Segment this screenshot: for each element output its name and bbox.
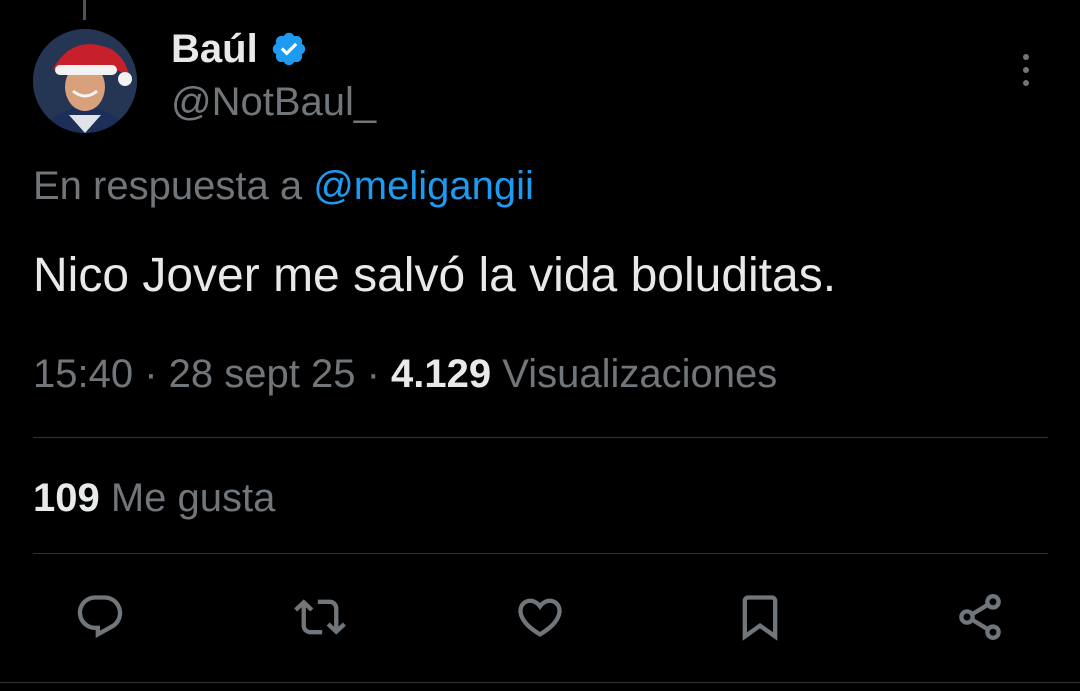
reply-mention-link[interactable]: @meligangii (313, 164, 534, 208)
author-display-name[interactable]: Baúl (171, 27, 258, 72)
thread-connector-line (83, 0, 86, 20)
verified-badge-icon[interactable] (270, 30, 308, 68)
heart-icon (518, 598, 562, 637)
more-dot (1023, 80, 1029, 86)
retweet-icon (294, 599, 346, 635)
divider (33, 553, 1048, 554)
tweet-meta: 15:40 · 28 sept 25 · 4.129 Visualizacion… (33, 352, 777, 397)
tweet-time[interactable]: 15:40 (33, 352, 133, 396)
tweet-date[interactable]: 28 sept 25 (169, 352, 356, 396)
share-icon (959, 594, 1001, 640)
likes-label: Me gusta (99, 476, 276, 520)
more-dot (1023, 54, 1029, 60)
bookmark-button[interactable] (720, 582, 800, 652)
bookmark-icon (742, 595, 778, 641)
meta-separator: · (355, 352, 392, 396)
tweet-detail: Baúl @NotBaul_ En respuesta a @meligangi… (0, 0, 1080, 691)
reply-button[interactable] (60, 582, 140, 652)
speech-bubble-icon (77, 595, 123, 639)
views-count: 4.129 (391, 352, 492, 396)
retweet-button[interactable] (280, 582, 360, 652)
reply-context: En respuesta a @meligangii (33, 164, 534, 209)
action-bar (60, 582, 1020, 652)
more-dot (1023, 67, 1029, 73)
tweet-text: Nico Jover me salvó la vida boluditas. (33, 249, 837, 302)
more-options-icon[interactable] (1014, 50, 1038, 90)
meta-separator: · (133, 352, 169, 396)
likes-count: 109 (33, 476, 100, 520)
share-button[interactable] (940, 582, 1020, 652)
reply-prefix: En respuesta a (33, 164, 314, 208)
bottom-divider (0, 682, 1080, 683)
author-handle[interactable]: @NotBaul_ (171, 80, 376, 125)
views-label: Visualizaciones (491, 352, 778, 396)
avatar-santa-hat-icon (33, 29, 137, 133)
like-button[interactable] (500, 582, 580, 652)
divider (33, 437, 1048, 438)
likes-stat[interactable]: 109 Me gusta (33, 476, 275, 521)
author-name-row: Baúl (171, 26, 308, 72)
avatar[interactable] (33, 29, 137, 133)
